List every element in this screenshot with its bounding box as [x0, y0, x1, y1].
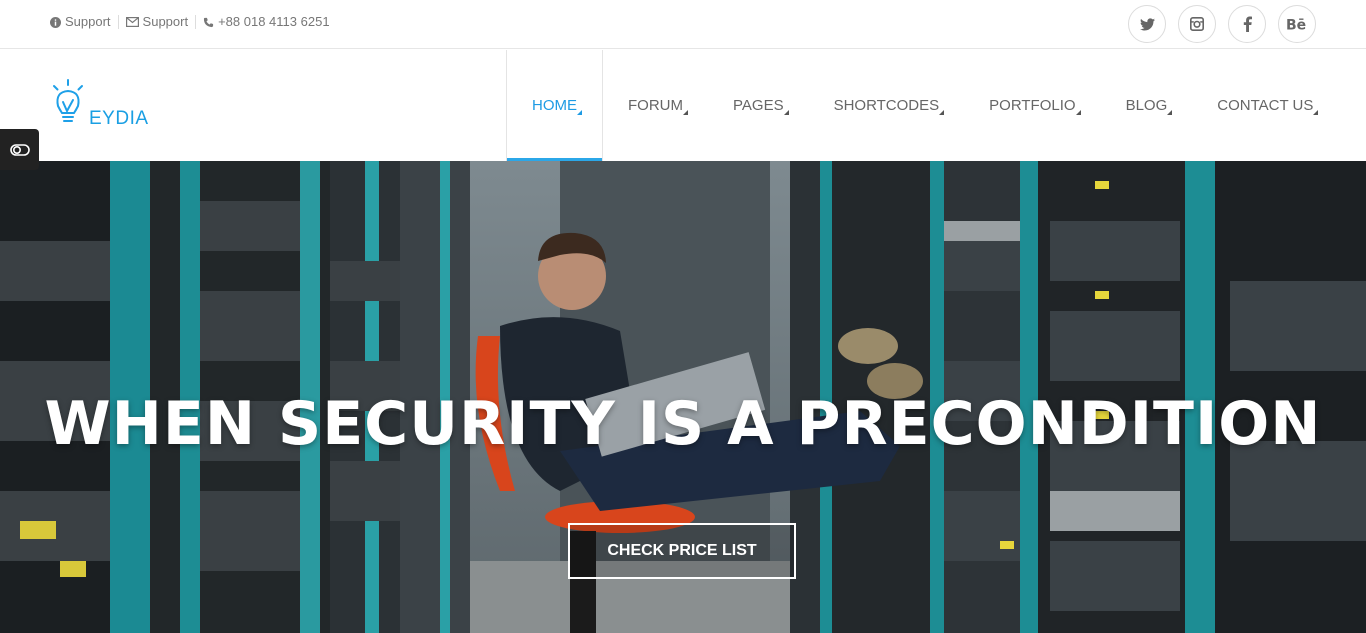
top-bar: Support Support +88 018 4113 6251 Bē	[0, 0, 1366, 49]
nav-portfolio-caret-icon	[1075, 110, 1081, 115]
phone-number: +88 018 4113 6251	[218, 14, 330, 29]
support-link[interactable]: Support	[50, 15, 119, 29]
facebook-button[interactable]	[1228, 5, 1266, 43]
phone-link[interactable]: +88 018 4113 6251	[196, 15, 336, 29]
check-price-list-button[interactable]: CHECK PRICE LIST	[568, 523, 796, 579]
twitter-icon	[1139, 17, 1155, 30]
lightbulb-icon	[53, 79, 83, 122]
social-links: Bē	[1128, 5, 1316, 43]
envelope-icon	[125, 17, 139, 27]
main-nav: HOME FORUM PAGES SHORTCODES PORTFOLIO BL…	[506, 50, 1338, 161]
top-contact-list: Support Support +88 018 4113 6251	[50, 15, 337, 29]
nav-forum-label: FORUM	[628, 97, 683, 114]
twitter-button[interactable]	[1128, 5, 1166, 43]
nav-blog-caret-icon	[1167, 110, 1173, 115]
hero-title: WHEN SECURITY IS A PRECONDITION	[44, 389, 1322, 459]
email-support-link[interactable]: Support	[119, 15, 197, 29]
hero-banner: WHEN SECURITY IS A PRECONDITION CHECK PR…	[0, 161, 1366, 633]
info-circle-icon	[50, 16, 61, 28]
support-label: Support	[65, 14, 111, 29]
nav-pages[interactable]: PAGES	[708, 50, 809, 161]
email-support-label: Support	[142, 14, 189, 29]
instagram-icon	[1190, 17, 1204, 31]
nav-forum-caret-icon	[683, 110, 688, 115]
behance-icon: Bē	[1286, 18, 1306, 32]
site-logo[interactable]: EYDIA	[48, 78, 149, 134]
nav-contact-us-label: CONTACT US	[1217, 97, 1314, 114]
svg-text:Bē: Bē	[1286, 18, 1306, 32]
nav-blog-label: BLOG	[1125, 97, 1168, 114]
toggle-icon	[9, 143, 30, 156]
logo-text: EYDIA	[89, 108, 149, 129]
nav-contact-us-caret-icon	[1313, 110, 1319, 115]
nav-pages-label: PAGES	[733, 97, 784, 114]
nav-portfolio[interactable]: PORTFOLIO	[964, 50, 1100, 161]
behance-button[interactable]: Bē	[1278, 5, 1316, 43]
main-header: EYDIA HOME FORUM PAGES SHORTCODES PORTFO…	[0, 50, 1366, 161]
nav-home-label: HOME	[532, 97, 577, 114]
phone-icon	[204, 17, 214, 27]
instagram-button[interactable]	[1178, 5, 1216, 43]
nav-shortcodes-label: SHORTCODES	[833, 97, 940, 114]
style-switcher-toggle[interactable]	[0, 129, 39, 170]
nav-forum[interactable]: FORUM	[603, 50, 708, 161]
nav-portfolio-label: PORTFOLIO	[989, 97, 1076, 114]
nav-home-caret-icon	[577, 110, 582, 115]
nav-blog[interactable]: BLOG	[1101, 50, 1193, 161]
nav-pages-caret-icon	[783, 110, 789, 115]
nav-home[interactable]: HOME	[506, 50, 603, 161]
facebook-icon	[1243, 16, 1252, 32]
nav-shortcodes-caret-icon	[939, 110, 945, 115]
nav-contact-us[interactable]: CONTACT US	[1192, 50, 1338, 161]
nav-shortcodes[interactable]: SHORTCODES	[809, 50, 965, 161]
